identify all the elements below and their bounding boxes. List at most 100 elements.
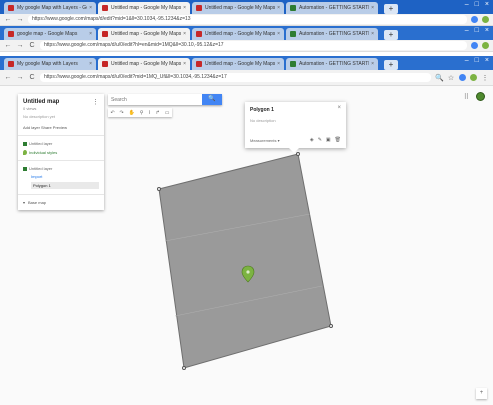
extension-icon[interactable] xyxy=(471,42,478,49)
profile-icon[interactable] xyxy=(470,74,477,81)
maximize-icon[interactable]: □ xyxy=(475,1,479,8)
redo-icon[interactable]: ↷ xyxy=(120,110,124,116)
close-tab-icon[interactable]: × xyxy=(89,61,92,67)
camera-icon[interactable]: ▣ xyxy=(326,137,331,143)
panel-actions[interactable]: Add layer Share Preview xyxy=(23,125,99,130)
vertex-handle[interactable] xyxy=(329,324,333,328)
edit-icon[interactable]: ✎ xyxy=(318,137,322,143)
tab-label: My google Map with Layers - Google xyxy=(17,5,87,11)
layer-style-row[interactable]: Individual styles xyxy=(23,150,99,155)
close-tab-icon[interactable]: × xyxy=(371,61,374,67)
browser-tab[interactable]: Untitled map - Google My Maps × xyxy=(192,58,284,70)
measurements-dropdown[interactable]: Measurements ▾ xyxy=(250,138,306,143)
delete-icon[interactable]: 🗑 xyxy=(335,137,341,143)
close-tab-icon[interactable]: × xyxy=(89,5,92,11)
browser-tab[interactable]: Automation - GETTING STARTED × xyxy=(286,58,378,70)
polygon-1[interactable] xyxy=(158,153,332,369)
new-tab-button[interactable]: + xyxy=(384,4,398,14)
browser-tab[interactable]: google map - Google Maps × xyxy=(4,28,96,40)
extension-icon[interactable] xyxy=(471,16,478,23)
import-link[interactable]: Import xyxy=(31,174,99,179)
maximize-icon[interactable]: □ xyxy=(475,57,479,64)
close-icon[interactable]: × xyxy=(337,105,341,111)
vertex-handle[interactable] xyxy=(157,187,161,191)
browser-tab[interactable]: Untitled map - Google My Maps × xyxy=(98,58,190,70)
url-field-2[interactable]: https://www.google.com/maps/d/u/0/edit?h… xyxy=(40,41,467,50)
search-button[interactable]: 🔍 xyxy=(202,94,222,105)
profile-icon[interactable] xyxy=(482,42,489,49)
new-tab-button[interactable]: + xyxy=(384,60,398,70)
extension-icon[interactable] xyxy=(459,74,466,81)
profile-icon[interactable] xyxy=(482,16,489,23)
sublayer-row[interactable]: Untitled layer xyxy=(23,166,99,171)
undo-icon[interactable]: ↶ xyxy=(110,110,114,116)
back-icon[interactable]: ← xyxy=(4,16,12,23)
layer-checkbox[interactable] xyxy=(23,141,27,146)
basemap-row[interactable]: ▾ Base map xyxy=(23,200,99,205)
browser-tab[interactable]: Untitled map - Google My Maps × xyxy=(98,2,190,14)
layer-row[interactable]: Untitled layer xyxy=(23,141,99,146)
close-tab-icon[interactable]: × xyxy=(183,61,186,67)
browser-tab[interactable]: Automation - GETTING STARTED × xyxy=(286,2,378,14)
close-tab-icon[interactable]: × xyxy=(183,5,186,11)
browser-tab[interactable]: My google Map with Layers × xyxy=(4,58,96,70)
search-input[interactable] xyxy=(108,94,202,105)
minimize-icon[interactable]: – xyxy=(465,57,469,64)
browser-tab[interactable]: My google Map with Layers - Google× xyxy=(4,2,96,14)
hand-icon[interactable]: ✋ xyxy=(129,110,135,116)
marker-icon[interactable]: ⚲ xyxy=(140,110,144,116)
forward-icon[interactable]: → xyxy=(16,42,24,49)
favicon-icon xyxy=(8,61,14,67)
forward-icon[interactable]: → xyxy=(16,16,24,23)
tab-strip-1: My google Map with Layers - Google×Untit… xyxy=(0,0,493,14)
back-icon[interactable]: ← xyxy=(4,42,12,49)
layer-name: Untitled layer xyxy=(29,141,53,146)
map-views: 0 views xyxy=(23,106,37,111)
reload-icon[interactable]: C xyxy=(28,74,36,81)
new-tab-button[interactable]: + xyxy=(384,30,398,40)
close-icon[interactable]: × xyxy=(485,27,489,34)
sublayer-checkbox[interactable] xyxy=(23,166,27,171)
sublayer-title: Untitled layer xyxy=(29,166,53,171)
close-icon[interactable]: × xyxy=(485,1,489,8)
paint-bucket-icon[interactable]: ◈ xyxy=(310,137,314,143)
star-icon[interactable]: ☆ xyxy=(447,74,455,82)
menu-icon[interactable]: ⋮ xyxy=(481,74,489,82)
close-tab-icon[interactable]: × xyxy=(277,61,280,67)
browser-tab[interactable]: Untitled map - Google My Maps × xyxy=(192,2,284,14)
close-tab-icon[interactable]: × xyxy=(183,31,186,37)
minimize-icon[interactable]: – xyxy=(465,1,469,8)
close-tab-icon[interactable]: × xyxy=(371,5,374,11)
close-tab-icon[interactable]: × xyxy=(371,31,374,37)
ruler-icon[interactable]: ▭ xyxy=(165,110,170,116)
popup-description: No description xyxy=(250,118,276,123)
avatar[interactable] xyxy=(476,92,485,101)
zoom-button[interactable]: + xyxy=(476,388,487,399)
more-options-icon[interactable]: ⋮ xyxy=(92,98,99,106)
browser-tab[interactable]: Automation - GETTING STARTED × xyxy=(286,28,378,40)
browser-tab[interactable]: Untitled map - Google My Maps × xyxy=(192,28,284,40)
close-tab-icon[interactable]: × xyxy=(277,31,280,37)
feature-item[interactable]: Polygon 1 xyxy=(31,182,99,189)
minimize-icon[interactable]: – xyxy=(465,27,469,34)
map-title[interactable]: Untitled map xyxy=(23,99,99,105)
vertex-handle[interactable] xyxy=(182,366,186,370)
tab-label: Automation - GETTING STARTED xyxy=(299,31,370,37)
route-icon[interactable]: ↱ xyxy=(156,110,160,116)
url-field-3[interactable]: https://www.google.com/maps/d/u/0/edit?m… xyxy=(40,73,431,82)
close-tab-icon[interactable]: × xyxy=(89,31,92,37)
zoom-icon[interactable]: 🔍 xyxy=(435,74,444,82)
back-icon[interactable]: ← xyxy=(4,74,12,81)
map-description[interactable]: No description yet xyxy=(23,114,99,119)
apps-grid-icon[interactable]: ⠿ xyxy=(464,93,469,101)
line-icon[interactable]: ⌇ xyxy=(148,110,150,116)
forward-icon[interactable]: → xyxy=(16,74,24,81)
popup-actions: Measurements ▾ ◈ ✎ ▣ 🗑 xyxy=(250,137,341,143)
map-canvas[interactable]: Untitled map 0 views No description yet … xyxy=(0,86,493,405)
close-tab-icon[interactable]: × xyxy=(277,5,280,11)
browser-tab[interactable]: Untitled map - Google My Maps × xyxy=(98,28,190,40)
reload-icon[interactable]: C xyxy=(28,42,36,49)
url-field-1[interactable]: https://www.google.com/maps/d/edit?mid=1… xyxy=(28,15,467,24)
maximize-icon[interactable]: □ xyxy=(475,27,479,34)
close-icon[interactable]: × xyxy=(485,57,489,64)
